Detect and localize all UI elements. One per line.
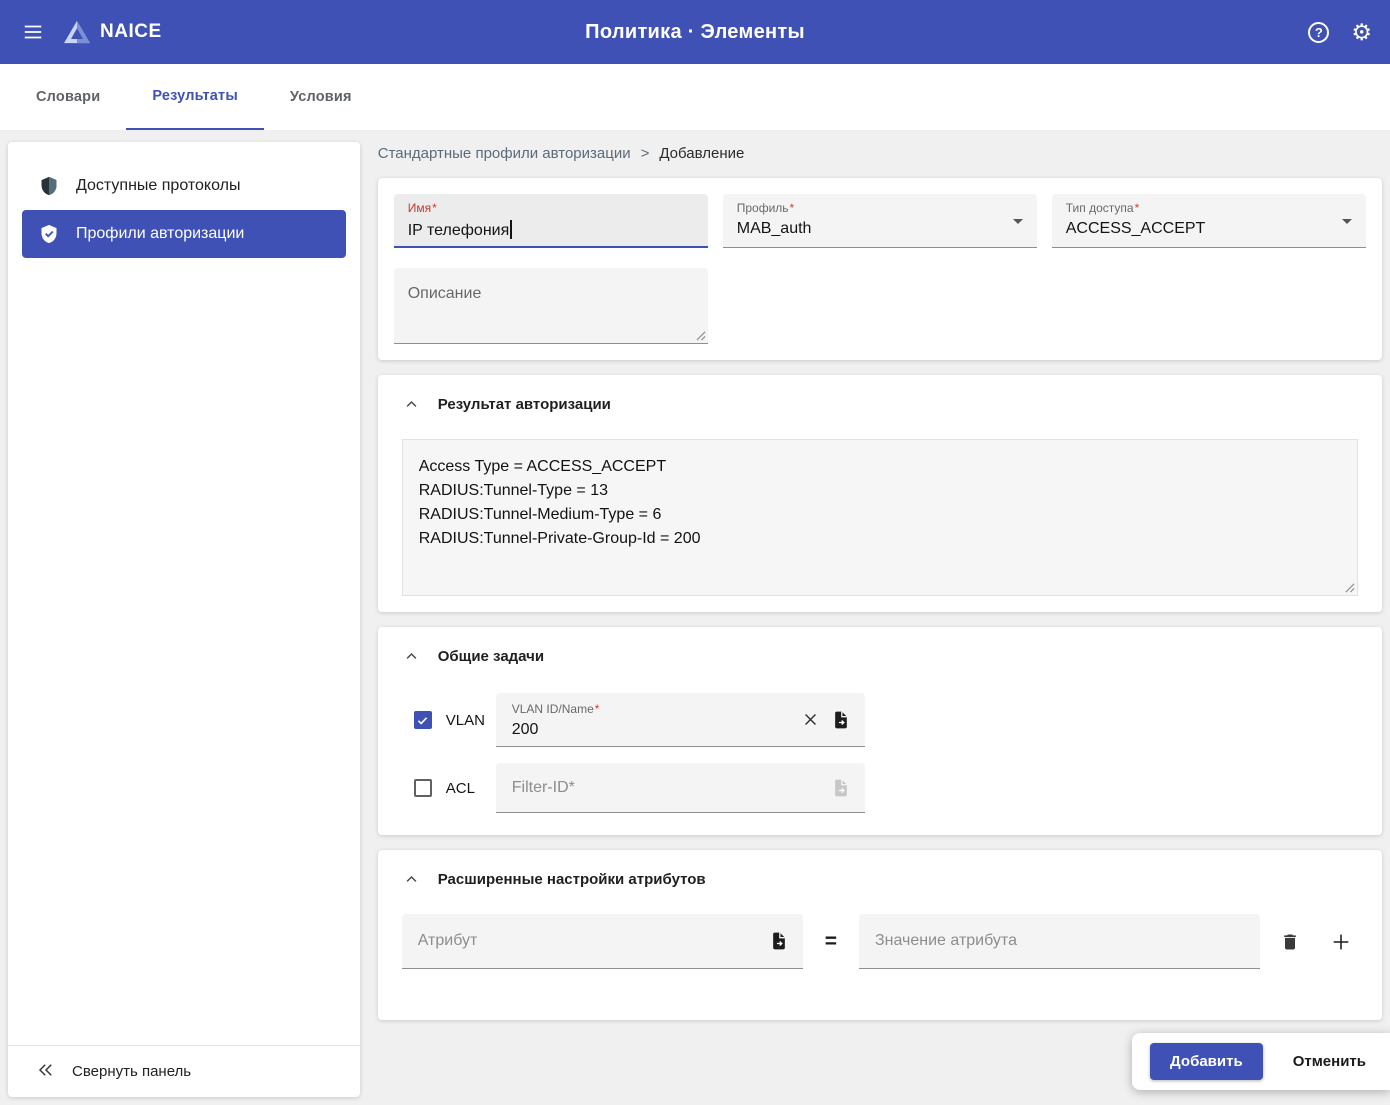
collapse-panel-button[interactable]: Свернуть панель — [8, 1045, 360, 1097]
check-icon — [416, 714, 429, 727]
attribute-dictionary-paste-button[interactable] — [763, 925, 795, 957]
trash-icon — [1280, 931, 1300, 953]
description-textarea[interactable]: Описание — [394, 268, 708, 344]
name-field-label: Имя — [408, 201, 431, 215]
sidebar: Доступные протоколы Профили авторизации … — [8, 142, 360, 1097]
vlan-field-label: VLAN ID/Name — [512, 702, 594, 716]
attribute-input[interactable] — [418, 932, 763, 950]
chevron-up-icon — [404, 397, 419, 412]
access-type-select-value: ACCESS_ACCEPT — [1066, 220, 1352, 238]
vlan-id-field[interactable]: VLAN ID/Name* 200 — [496, 693, 865, 747]
help-button[interactable]: ? — [1308, 22, 1329, 43]
required-asterisk: * — [790, 201, 795, 215]
section-title: Результат авторизации — [438, 396, 611, 413]
delete-attribute-button[interactable] — [1274, 925, 1306, 959]
collapse-common-tasks-button[interactable] — [402, 647, 421, 666]
settings-button[interactable]: ⚙ — [1351, 21, 1372, 44]
auth-result-textarea[interactable]: Access Type = ACCESS_ACCEPT RADIUS:Tunne… — [402, 439, 1358, 596]
auth-result-section: Результат авторизации Access Type = ACCE… — [378, 375, 1382, 612]
resize-handle-icon[interactable] — [1344, 582, 1355, 593]
brand-name: NAICE — [100, 21, 162, 43]
menu-button[interactable] — [16, 15, 50, 49]
access-type-select-label: Тип доступа — [1066, 201, 1134, 215]
filter-id-field[interactable] — [496, 763, 865, 813]
profile-form-card: Имя* IP телефония Профиль* MAB_auth Тип … — [378, 178, 1382, 360]
section-title: Общие задачи — [438, 648, 544, 665]
sidebar-item-label: Доступные протоколы — [76, 177, 240, 195]
auth-result-content: Access Type = ACCESS_ACCEPT RADIUS:Tunne… — [419, 455, 1341, 551]
vlan-label: VLAN — [446, 712, 496, 729]
breadcrumb-current: Добавление — [659, 144, 744, 164]
acl-label: ACL — [446, 780, 496, 797]
app-bar: NAICE Политика · Элементы ? ⚙ — [0, 0, 1390, 64]
clear-vlan-button[interactable] — [796, 705, 825, 734]
tab-results[interactable]: Результаты — [126, 64, 264, 130]
plus-icon — [1330, 931, 1352, 953]
close-icon — [802, 711, 819, 728]
breadcrumb: Стандартные профили авторизации > Добавл… — [378, 144, 1382, 164]
vlan-checkbox[interactable] — [414, 711, 432, 729]
sidebar-item-protocols[interactable]: Доступные протоколы — [22, 162, 346, 210]
chevron-down-icon — [1013, 219, 1023, 224]
collapse-advanced-button[interactable] — [402, 870, 421, 889]
attribute-value-field[interactable] — [859, 914, 1260, 969]
shield-check-icon — [38, 223, 60, 245]
acl-checkbox[interactable] — [414, 779, 432, 797]
app-logo-icon — [62, 19, 92, 45]
vlan-id-value: 200 — [512, 721, 796, 739]
attribute-value-input[interactable] — [875, 932, 1252, 950]
breadcrumb-parent-link[interactable]: Стандартные профили авторизации — [378, 144, 631, 164]
tab-conditions[interactable]: Условия — [264, 64, 378, 130]
breadcrumb-separator: > — [641, 144, 650, 164]
collapse-panel-label: Свернуть панель — [72, 1063, 191, 1080]
gear-icon: ⚙ — [1351, 19, 1372, 45]
paste-icon — [831, 710, 851, 730]
advanced-attributes-section: Расширенные настройки атрибутов — [378, 850, 1382, 1020]
page-title: Политика · Элементы — [585, 21, 805, 44]
profile-select-value: MAB_auth — [737, 220, 1023, 238]
common-tasks-section: Общие задачи VLAN VLAN ID/Name* 200 — [378, 627, 1382, 835]
chevron-up-icon — [404, 872, 419, 887]
submit-button[interactable]: Добавить — [1150, 1043, 1263, 1080]
vlan-task-row: VLAN VLAN ID/Name* 200 — [402, 693, 1358, 747]
tab-dictionaries[interactable]: Словари — [10, 64, 126, 130]
required-asterisk: * — [1135, 201, 1140, 215]
sidebar-item-auth-profiles[interactable]: Профили авторизации — [22, 210, 346, 258]
name-field-value: IP телефония — [408, 222, 510, 239]
attribute-row: = — [402, 914, 1358, 969]
paste-icon-disabled — [831, 778, 851, 798]
acl-dictionary-paste-button — [825, 772, 857, 804]
double-chevron-left-icon — [36, 1061, 56, 1083]
main-content: Стандартные профили авторизации > Добавл… — [378, 142, 1382, 1097]
required-asterisk: * — [595, 702, 600, 716]
add-attribute-button[interactable] — [1324, 925, 1358, 959]
vlan-dictionary-paste-button[interactable] — [825, 704, 857, 736]
attribute-field[interactable] — [402, 914, 803, 969]
chevron-up-icon — [404, 649, 419, 664]
form-actions: Добавить Отменить — [1132, 1033, 1390, 1090]
help-icon: ? — [1308, 22, 1329, 43]
paste-icon — [769, 931, 789, 951]
filter-id-input[interactable] — [512, 779, 825, 797]
sidebar-item-label: Профили авторизации — [76, 225, 244, 243]
text-cursor — [510, 220, 512, 239]
required-asterisk: * — [432, 201, 437, 215]
resize-handle-icon[interactable] — [695, 330, 706, 341]
shield-icon — [38, 175, 60, 197]
access-type-select[interactable]: Тип доступа* ACCESS_ACCEPT — [1052, 194, 1366, 248]
chevron-down-icon — [1342, 219, 1352, 224]
menu-icon — [22, 21, 44, 43]
acl-task-row: ACL — [402, 763, 1358, 813]
profile-select[interactable]: Профиль* MAB_auth — [723, 194, 1037, 248]
collapse-auth-result-button[interactable] — [402, 395, 421, 414]
profile-select-label: Профиль — [737, 201, 789, 215]
equals-sign: = — [825, 930, 837, 954]
cancel-button[interactable]: Отменить — [1289, 1043, 1370, 1080]
description-label: Описание — [408, 285, 694, 303]
name-field[interactable]: Имя* IP телефония — [394, 194, 708, 248]
tab-bar: Словари Результаты Условия — [0, 64, 1390, 130]
section-title: Расширенные настройки атрибутов — [438, 871, 706, 888]
